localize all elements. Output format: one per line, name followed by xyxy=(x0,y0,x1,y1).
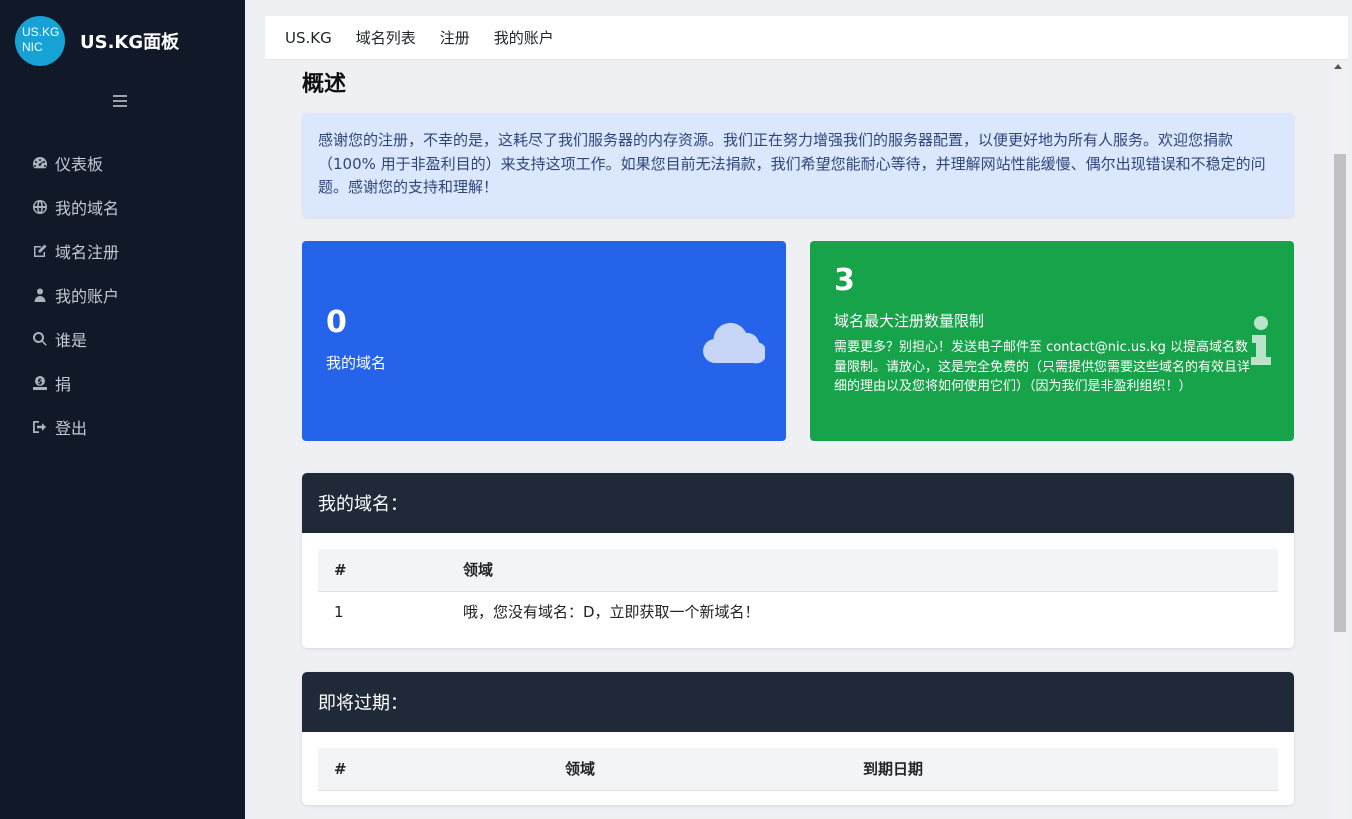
cloud-icon xyxy=(703,322,765,364)
logo-line1: US.KG xyxy=(22,25,60,39)
table-row: 1 哦，您没有域名：D，立即获取一个新域名！ xyxy=(318,591,1278,632)
sidebar-item-label: 我的域名 xyxy=(55,199,120,218)
page-title: 概述 xyxy=(302,72,347,97)
brand[interactable]: US.KG NIC US.KG面板 xyxy=(15,16,179,66)
my-domains-panel-title: 我的域名： xyxy=(302,473,1294,533)
domain-limit-card: 3 域名最大注册数量限制 需要更多？别担心！发送电子邮件至 contact@ni… xyxy=(810,241,1294,441)
sidebar-item-whois[interactable]: 谁是 xyxy=(0,317,245,361)
search-icon xyxy=(31,331,48,348)
domain-limit-description: 需要更多？别担心！发送电子邮件至 contact@nic.us.kg 以提高域名… xyxy=(834,340,1251,394)
scrollbar-thumb[interactable] xyxy=(1334,154,1346,632)
expiring-table: # 领域 到期日期 xyxy=(318,748,1278,791)
my-domains-card: 0 我的域名 xyxy=(302,241,786,441)
sidebar-item-label: 仪表板 xyxy=(55,155,104,174)
sidebar-item-account[interactable]: 我的账户 xyxy=(0,273,245,317)
domain-count: 0 xyxy=(326,305,347,340)
sidebar-item-label: 域名注册 xyxy=(55,243,120,262)
donate-icon xyxy=(31,375,48,392)
nav-link-account[interactable]: 我的账户 xyxy=(494,27,554,48)
dashboard-icon xyxy=(31,155,48,172)
sidebar-nav: 仪表板 我的域名 域名注册 我的账户 谁是 捐 登出 xyxy=(0,141,245,449)
column-header-domain: 领域 xyxy=(447,549,1278,592)
domain-limit-label: 域名最大注册数量限制 xyxy=(834,312,985,330)
sidebar-item-label: 登出 xyxy=(55,419,88,438)
globe-icon xyxy=(31,199,48,216)
row-number: 1 xyxy=(334,602,344,621)
sidebar-item-label: 谁是 xyxy=(55,331,88,350)
table-header-row: # 领域 到期日期 xyxy=(318,748,1278,791)
logo-line2: NIC xyxy=(22,40,43,54)
domain-limit-value: 3 xyxy=(834,263,855,298)
sidebar-item-dashboard[interactable]: 仪表板 xyxy=(0,141,245,185)
sidebar: US.KG NIC US.KG面板 仪表板 我的域名 域名注册 我的账户 谁是 … xyxy=(0,0,245,819)
expiring-panel-title: 即将过期： xyxy=(302,672,1294,732)
sidebar-item-label: 捐 xyxy=(55,375,72,394)
nav-link-register[interactable]: 注册 xyxy=(440,27,470,48)
notice-alert: 感谢您的注册，不幸的是，这耗尽了我们服务器的内存资源。我们正在努力增强我们的服务… xyxy=(302,113,1294,217)
domain-count-label: 我的域名 xyxy=(326,354,387,372)
column-header-expiry-date: 到期日期 xyxy=(847,748,1278,791)
logo: US.KG NIC xyxy=(15,16,65,66)
menu-toggle-icon[interactable] xyxy=(113,95,127,107)
nav-link-domain-list[interactable]: 域名列表 xyxy=(356,27,416,48)
sidebar-item-my-domains[interactable]: 我的域名 xyxy=(0,185,245,229)
brand-name: US.KG面板 xyxy=(80,32,180,53)
scroll-up-arrow-icon[interactable] xyxy=(1334,64,1342,69)
edit-icon xyxy=(31,243,48,260)
sidebar-item-label: 我的账户 xyxy=(55,287,120,306)
row-domain: 哦，您没有域名：D，立即获取一个新域名！ xyxy=(463,603,760,622)
expiring-panel: 即将过期： # 领域 到期日期 xyxy=(302,672,1294,805)
top-navbar: US.KG 域名列表 注册 我的账户 xyxy=(265,16,1348,60)
user-icon xyxy=(31,287,48,304)
sidebar-item-register[interactable]: 域名注册 xyxy=(0,229,245,273)
my-domains-table: # 领域 1 哦，您没有域名：D，立即获取一个新域名！ xyxy=(318,549,1278,632)
info-icon xyxy=(1251,316,1271,365)
column-header-number: # xyxy=(318,549,447,592)
table-header-row: # 领域 xyxy=(318,549,1278,592)
column-header-domain: 领域 xyxy=(549,748,847,791)
sidebar-item-logout[interactable]: 登出 xyxy=(0,405,245,449)
sign-out-icon xyxy=(31,419,48,436)
my-domains-panel: 我的域名： # 领域 1 哦，您没有域名：D，立即获取一个新域名！ xyxy=(302,473,1294,648)
sidebar-item-donate[interactable]: 捐 xyxy=(0,361,245,405)
column-header-number: # xyxy=(318,748,549,791)
nav-link-home[interactable]: US.KG xyxy=(285,29,332,47)
